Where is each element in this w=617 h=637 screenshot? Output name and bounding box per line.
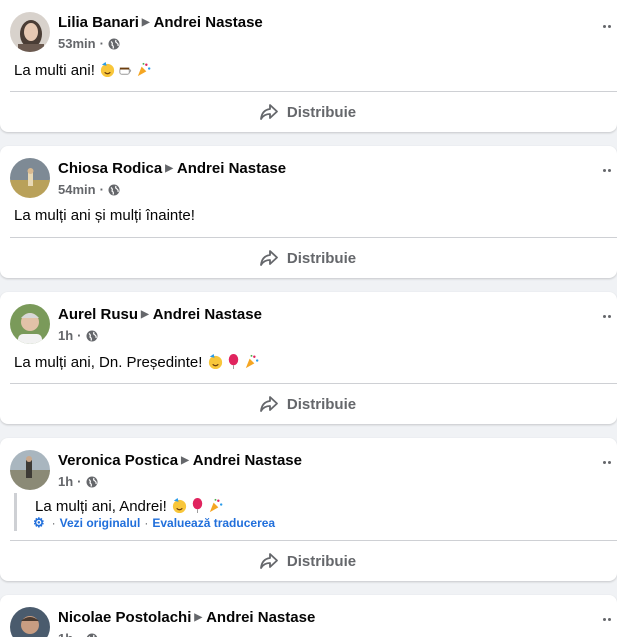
author-name[interactable]: Nicolae Postolachi <box>58 609 191 626</box>
post-text: La multi ani! <box>14 61 153 79</box>
triangle-right-icon: ▶ <box>181 455 189 466</box>
triangle-right-icon: ▶ <box>141 309 149 320</box>
globe-icon <box>86 330 98 341</box>
post-text: La mulți ani, Andrei! <box>35 497 225 515</box>
share-arrow-icon <box>260 396 278 412</box>
globe-icon <box>86 476 98 487</box>
avatar[interactable] <box>10 158 50 198</box>
translation-links: ⚙ · Vezi originalul · Evaluează traducer… <box>33 515 276 530</box>
share-button[interactable]: Distribuie <box>0 541 617 581</box>
post-author-line: Nicolae Postolachi ▶ Andrei Nastase <box>58 609 315 626</box>
triangle-right-icon: ▶ <box>141 17 150 28</box>
partying-face-icon <box>208 353 222 370</box>
share-button[interactable]: Distribuie <box>0 238 617 278</box>
globe-icon <box>86 633 97 637</box>
post-author-line: Aurel Rusu ▶ Andrei Nastase <box>58 306 262 323</box>
avatar[interactable] <box>10 450 50 490</box>
triangle-right-icon: ▶ <box>165 163 173 174</box>
avatar[interactable] <box>10 607 50 637</box>
feed-post: Veronica Postica ▶ Andrei Nastase 1h · La m… <box>0 438 617 581</box>
balloon-icon <box>192 497 203 514</box>
feed-post: Aurel Rusu ▶ Andrei Nastase 1h · La mulți a… <box>0 292 617 424</box>
gear-icon: ⚙ <box>33 515 45 530</box>
post-text: La mulți ani, Dn. Președinte! <box>14 353 261 371</box>
post-meta: 1h· <box>58 328 98 343</box>
partying-face-icon <box>172 497 187 514</box>
post-author-line: Chiosa Rodica ▶ Andrei Nastase <box>58 160 286 177</box>
party-popper-icon <box>137 62 151 77</box>
feed-post: Nicolae Postolachi▶Andrei Nastase 1h· <box>0 595 617 637</box>
post-meta: 1h· <box>58 631 98 637</box>
avatar[interactable] <box>10 304 50 344</box>
post-time[interactable]: 1h <box>58 328 73 343</box>
hot-beverage-icon <box>119 67 132 75</box>
author-name[interactable]: Lilia Banari <box>58 14 139 31</box>
author-name[interactable]: Chiosa Rodica <box>58 160 162 177</box>
post-time[interactable]: 53min <box>58 36 96 51</box>
target-name[interactable]: Andrei Nastase <box>177 160 286 177</box>
partying-face-icon <box>100 61 115 78</box>
triangle-right-icon: ▶ <box>194 612 203 623</box>
post-time[interactable]: 1h <box>58 474 73 489</box>
post-meta: 54min · <box>58 182 120 197</box>
more-options-icon[interactable] <box>599 456 615 472</box>
share-button[interactable]: Distribuie <box>0 92 617 132</box>
post-author-line: Veronica Postica ▶ Andrei Nastase <box>58 452 302 469</box>
post-meta: 53min · <box>58 36 120 51</box>
party-popper-icon <box>209 498 223 513</box>
feed-post: Lilia Banari ▶ Andrei Nastase 53min · La mu… <box>0 0 617 132</box>
target-name[interactable]: Andrei Nastase <box>193 452 302 469</box>
share-arrow-icon <box>260 104 278 120</box>
more-options-icon[interactable] <box>599 310 615 326</box>
translated-text-block: La mulți ani, Andrei! ⚙ · Vezi originalu… <box>14 493 275 531</box>
more-options-icon[interactable] <box>599 613 615 629</box>
more-options-icon[interactable] <box>599 164 615 180</box>
share-button[interactable]: Distribuie <box>0 384 617 424</box>
target-name[interactable]: Andrei Nastase <box>154 14 263 31</box>
share-arrow-icon <box>260 553 278 569</box>
more-options-icon[interactable] <box>599 20 615 36</box>
author-name[interactable]: Veronica Postica <box>58 452 178 469</box>
post-meta: 1h· <box>58 474 98 489</box>
feed-post: Chiosa Rodica ▶ Andrei Nastase 54min · La m… <box>0 146 617 278</box>
share-arrow-icon <box>260 250 278 266</box>
globe-icon <box>108 38 120 49</box>
balloon-icon <box>228 353 238 370</box>
post-text: La mulți ani și mulți înainte! <box>14 207 195 224</box>
target-name[interactable]: Andrei Nastase <box>153 306 262 323</box>
post-time[interactable]: 1h <box>58 631 73 637</box>
globe-icon <box>108 184 120 195</box>
author-name[interactable]: Aurel Rusu <box>58 306 138 323</box>
post-time[interactable]: 54min <box>58 182 96 197</box>
party-popper-icon <box>245 354 259 369</box>
rate-translation-link[interactable]: Evaluează traducerea <box>152 516 275 530</box>
avatar[interactable] <box>10 12 50 52</box>
see-original-link[interactable]: Vezi originalul <box>60 516 141 530</box>
post-author-line: Lilia Banari ▶ Andrei Nastase <box>58 14 263 31</box>
target-name[interactable]: Andrei Nastase <box>206 609 315 626</box>
